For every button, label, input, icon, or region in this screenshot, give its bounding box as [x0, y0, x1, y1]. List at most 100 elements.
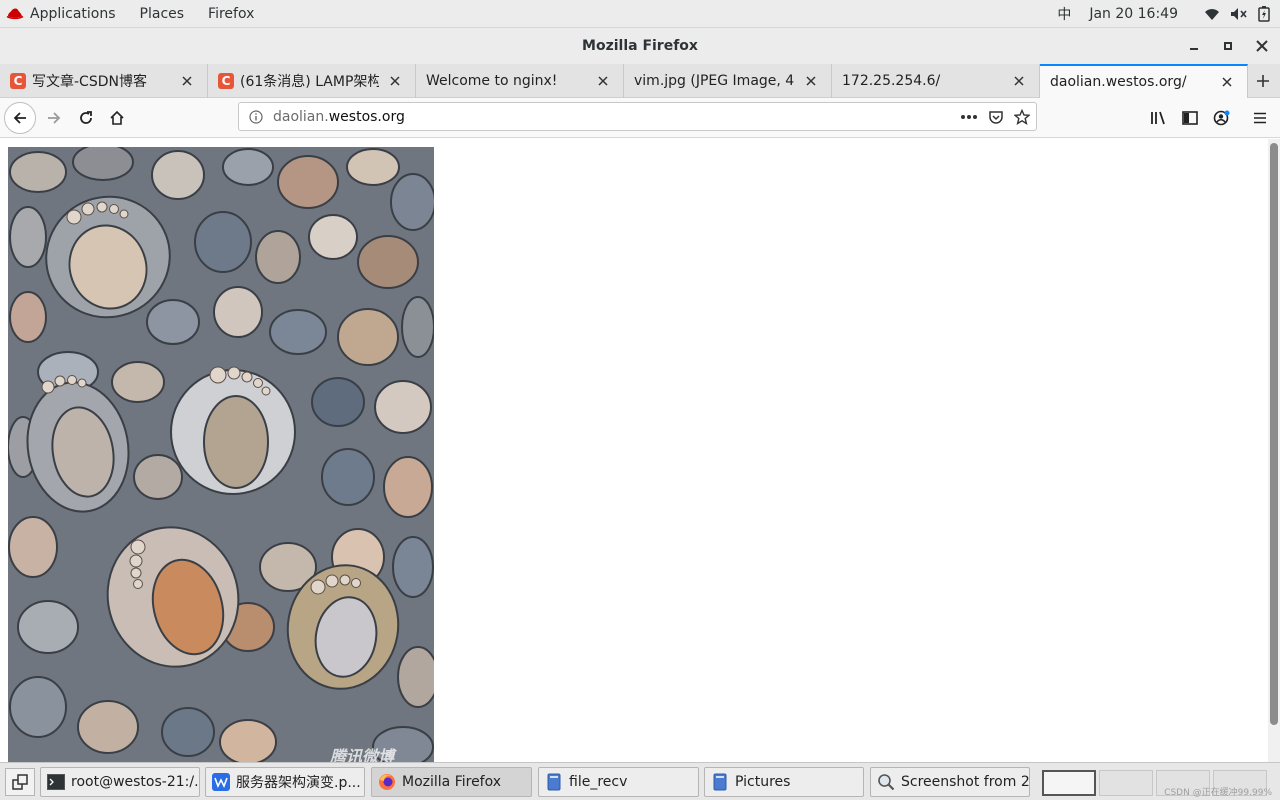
taskbar-item-wps-doc[interactable]: 服务器架构演变.p...: [205, 767, 365, 797]
top-menu: Applications Places Firefox: [0, 0, 266, 28]
taskbar-item-pictures[interactable]: Pictures: [704, 767, 864, 797]
tab-csdn-lamp[interactable]: C (61条消息) LAMP架构: [208, 64, 416, 98]
input-method-indicator[interactable]: 中: [1057, 4, 1071, 24]
tab-close-icon[interactable]: [387, 73, 403, 89]
redhat-logo-icon: [6, 8, 24, 19]
close-icon: [1256, 40, 1268, 52]
url-bar[interactable]: daolian.westos.org: [238, 102, 1037, 131]
pocket-icon[interactable]: [988, 109, 1004, 125]
open-menu-button[interactable]: [1244, 102, 1276, 134]
system-tray: 中 Jan 20 16:49: [1057, 0, 1280, 28]
tab-close-icon[interactable]: [1011, 73, 1027, 89]
url-host-prefix: daolian.: [273, 108, 329, 125]
tab-label: vim.jpg (JPEG Image, 426: [634, 73, 795, 89]
taskbar-item-label: Screenshot from 2...: [901, 774, 1030, 790]
home-button[interactable]: [101, 102, 133, 134]
taskbar-item-label: 服务器架构演变.p...: [236, 775, 361, 791]
terminal-icon: [47, 773, 65, 791]
places-label: Places: [139, 5, 185, 22]
clock[interactable]: Jan 20 16:49: [1089, 6, 1178, 22]
page-actions-icon[interactable]: [960, 114, 978, 120]
tab-close-icon[interactable]: [595, 73, 611, 89]
taskbar-item-firefox[interactable]: Mozilla Firefox: [371, 767, 532, 797]
taskbar-item-label: root@westos-21:/...: [71, 774, 200, 790]
home-icon: [110, 110, 124, 125]
library-button[interactable]: [1142, 102, 1174, 134]
volume-muted-icon[interactable]: [1230, 7, 1248, 21]
gnome-top-bar: Applications Places Firefox 中 Jan 20 16:…: [0, 0, 1280, 28]
tab-label: 写文章-CSDN博客: [32, 74, 147, 90]
pebble-footprints-image: 腾讯微博: [8, 147, 434, 762]
pebbles-photo: [8, 147, 434, 762]
new-tab-button[interactable]: [1246, 64, 1280, 98]
scrollbar-thumb[interactable]: [1270, 143, 1278, 725]
site-info-icon[interactable]: [249, 109, 263, 124]
firefox-app-label: Firefox: [208, 5, 255, 22]
taskbar-item-label: Mozilla Firefox: [402, 774, 502, 790]
file-manager-icon: [711, 773, 729, 791]
applications-label: Applications: [30, 5, 116, 22]
weibo-watermark: 腾讯微博: [330, 747, 395, 762]
workspace-2[interactable]: [1099, 770, 1153, 796]
tab-label: Welcome to nginx!: [426, 73, 558, 89]
show-desktop-icon: [12, 774, 28, 790]
wps-writer-icon: [212, 773, 230, 791]
maximize-icon: [1224, 42, 1232, 50]
url-domain: westos.org: [328, 108, 405, 125]
csdn-credit-watermark: CSDN @正在缓冲99.99%: [1164, 788, 1272, 798]
taskbar-item-label: file_recv: [569, 774, 628, 790]
library-icon: [1151, 111, 1165, 125]
tab-vim-jpg[interactable]: vim.jpg (JPEG Image, 426: [624, 64, 832, 98]
firefox-icon: [378, 773, 396, 791]
bookmark-star-icon[interactable]: [1014, 108, 1030, 125]
window-list-taskbar: root@westos-21:/... 服务器架构演变.p... Mozilla…: [0, 762, 1280, 800]
tab-close-icon[interactable]: [179, 73, 195, 89]
minimize-icon: [1190, 48, 1198, 50]
window-title: Mozilla Firefox: [582, 38, 698, 54]
page-content: 腾讯微博: [0, 139, 1268, 762]
places-menu[interactable]: Places: [128, 0, 197, 28]
vertical-scrollbar[interactable]: [1268, 139, 1280, 762]
maximize-button[interactable]: [1211, 28, 1245, 64]
taskbar-item-terminal[interactable]: root@westos-21:/...: [40, 767, 200, 797]
file-manager-icon: [545, 773, 563, 791]
tab-daolian[interactable]: daolian.westos.org/: [1040, 64, 1248, 98]
taskbar-item-file-recv[interactable]: file_recv: [538, 767, 699, 797]
url-actions: [950, 103, 1030, 130]
tab-csdn-write[interactable]: C 写文章-CSDN博客: [0, 64, 208, 98]
navigation-toolbar: daolian.westos.org: [0, 98, 1280, 138]
image-viewer-icon: [877, 773, 895, 791]
csdn-favicon-icon: C: [10, 73, 26, 89]
sidebar-icon: [1182, 111, 1198, 125]
reload-icon: [80, 111, 92, 124]
window-titlebar: Mozilla Firefox: [0, 28, 1280, 64]
workspace-1[interactable]: [1042, 770, 1096, 796]
reload-button[interactable]: [70, 102, 102, 134]
csdn-favicon-icon: C: [218, 73, 234, 89]
tab-close-icon[interactable]: [803, 73, 819, 89]
plus-icon: [1257, 75, 1269, 87]
tab-nginx[interactable]: Welcome to nginx!: [416, 64, 624, 98]
applications-menu[interactable]: Applications: [0, 0, 128, 28]
show-desktop-button[interactable]: [5, 768, 35, 796]
battery-icon[interactable]: [1258, 6, 1270, 22]
forward-button[interactable]: [38, 102, 70, 134]
firefox-app-menu[interactable]: Firefox: [196, 0, 266, 28]
tab-label: (61条消息) LAMP架构: [240, 74, 379, 90]
account-button[interactable]: [1206, 102, 1238, 134]
minimize-button[interactable]: [1177, 28, 1211, 64]
arrow-right-icon: [48, 112, 61, 124]
wifi-icon[interactable]: [1204, 7, 1220, 21]
tab-strip: C 写文章-CSDN博客 C (61条消息) LAMP架构 Welcome to…: [0, 64, 1280, 98]
url-text[interactable]: daolian.westos.org: [273, 109, 405, 125]
close-window-button[interactable]: [1245, 28, 1279, 64]
tab-close-icon[interactable]: [1219, 74, 1235, 90]
account-icon: [1213, 110, 1230, 126]
back-button[interactable]: [4, 102, 36, 134]
taskbar-item-screenshot[interactable]: Screenshot from 2...: [870, 767, 1030, 797]
hamburger-menu-icon: [1254, 112, 1266, 124]
tab-label: 172.25.254.6/: [842, 73, 941, 89]
sidebar-button[interactable]: [1174, 102, 1206, 134]
tab-ip[interactable]: 172.25.254.6/: [832, 64, 1040, 98]
arrow-left-icon: [13, 112, 26, 124]
